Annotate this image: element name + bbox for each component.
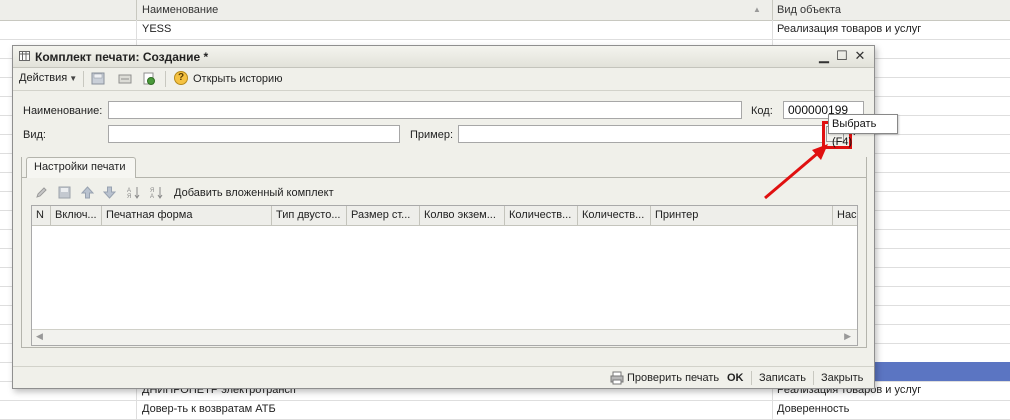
column-header[interactable]: N: [32, 206, 51, 225]
edit-icon[interactable]: [35, 186, 48, 199]
column-header[interactable]: Колво экзем...: [420, 206, 505, 225]
example-label: Пример:: [410, 129, 454, 141]
column-header[interactable]: Принтер: [651, 206, 833, 225]
help-icon[interactable]: ?: [174, 71, 188, 85]
column-header[interactable]: Тип двусто...: [272, 206, 347, 225]
kind-field[interactable]: [108, 125, 400, 143]
sort-icon[interactable]: ▲: [753, 5, 761, 14]
add-nested-set-button[interactable]: Добавить вложенный комплект: [174, 187, 334, 199]
column-header[interactable]: Включ...: [51, 206, 102, 225]
dropdown-arrow-icon: ▼: [69, 74, 78, 83]
move-down-icon[interactable]: [103, 186, 116, 199]
column-header[interactable]: Нас: [833, 206, 857, 225]
dialog-titlebar[interactable]: Комплект печати: Создание * ▁ ☐ ✕: [13, 46, 874, 68]
toolbar-separator: [83, 71, 84, 87]
open-history-button[interactable]: Открыть историю: [193, 73, 282, 85]
list-item-type: Доверенность: [772, 400, 1010, 419]
dialog-footer: Проверить печать OK Записать Закрыть: [13, 366, 874, 389]
svg-text:Я: Я: [127, 194, 131, 199]
list-header: Наименование ▲ Вид объекта: [0, 0, 1010, 21]
column-header-name-label: Наименование: [142, 4, 219, 16]
actions-menu-label: Действия: [19, 72, 68, 84]
actions-menu-button[interactable]: Действия ▼: [19, 72, 77, 84]
column-header[interactable]: Количеств...: [505, 206, 578, 225]
copy-icon[interactable]: [118, 72, 132, 85]
maximize-button[interactable]: ☐: [835, 49, 849, 63]
column-header[interactable]: Количеств...: [578, 206, 651, 225]
sort-ascending-icon[interactable]: A Я: [127, 186, 140, 199]
list-item-name: YESS: [136, 20, 772, 39]
minimize-button[interactable]: ▁: [817, 49, 831, 63]
column-header[interactable]: Печатная форма: [102, 206, 272, 225]
dialog-toolbar: Действия ▼ ? Открыть историю: [13, 68, 874, 91]
sort-descending-icon[interactable]: Я A: [150, 186, 163, 199]
print-forms-table[interactable]: N Включ... Печатная форма Тип двусто... …: [31, 205, 858, 346]
column-header-type[interactable]: Вид объекта: [772, 0, 1010, 20]
tab-print-settings[interactable]: Настройки печати: [26, 157, 136, 178]
column-header-name[interactable]: Наименование: [136, 0, 772, 20]
list-item-marker: [0, 20, 136, 39]
list-item-name: Довер-ть к возвратам АТБ: [136, 400, 772, 419]
close-window-button[interactable]: ✕: [853, 49, 867, 63]
save-icon[interactable]: [91, 72, 105, 85]
tooltip-select: Выбрать (F4): [828, 114, 898, 148]
horizontal-scrollbar[interactable]: ◀ ▶: [32, 329, 857, 345]
dialog-title: Комплект печати: Создание *: [35, 50, 209, 64]
table-header: N Включ... Печатная форма Тип двусто... …: [32, 206, 857, 226]
save-icon[interactable]: [58, 186, 71, 199]
footer-separator: [751, 371, 752, 385]
print-set-dialog: Комплект печати: Создание * ▁ ☐ ✕ Действ…: [12, 45, 875, 389]
scroll-left-icon[interactable]: ◀: [36, 331, 43, 342]
name-field[interactable]: [108, 101, 742, 119]
list-item-type: Реализация товаров и услуг: [772, 20, 1010, 39]
example-field[interactable]: [458, 125, 824, 143]
table-icon: [19, 51, 30, 61]
save-button[interactable]: Записать: [759, 372, 806, 384]
column-header-type-label: Вид объекта: [777, 4, 841, 16]
name-label: Наименование:: [23, 105, 103, 117]
scroll-right-icon[interactable]: ▶: [844, 331, 851, 342]
code-label: Код:: [751, 105, 773, 117]
kind-label: Вид:: [23, 129, 46, 141]
refresh-document-icon[interactable]: [142, 72, 156, 85]
toolbar-separator: [165, 71, 166, 87]
svg-text:A: A: [150, 194, 154, 199]
printer-icon[interactable]: [610, 371, 624, 385]
close-button[interactable]: Закрыть: [821, 372, 863, 384]
list-item[interactable]: Довер-ть к возвратам АТБ Доверенность: [0, 400, 1010, 420]
ok-button[interactable]: OK: [727, 372, 744, 384]
check-print-button[interactable]: Проверить печать: [627, 372, 719, 384]
tab-divider: [21, 177, 867, 178]
list-item[interactable]: YESS Реализация товаров и услуг: [0, 20, 1010, 40]
move-up-icon[interactable]: [81, 186, 94, 199]
column-header[interactable]: Размер ст...: [347, 206, 420, 225]
footer-separator: [813, 371, 814, 385]
list-item-marker: [0, 400, 136, 419]
